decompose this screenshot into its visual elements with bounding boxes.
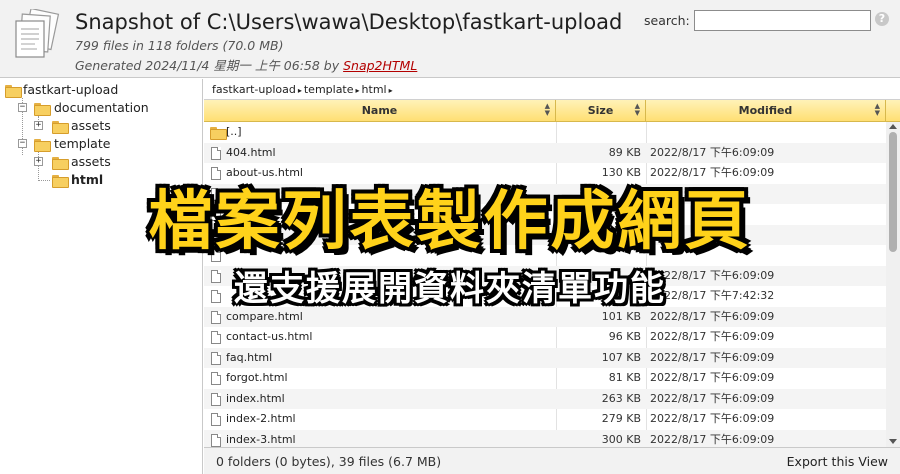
table-row[interactable]: faq.html 107 KB 2022/8/17 下午6:09:09 [204, 347, 886, 369]
file-size: 89 KB [608, 145, 641, 159]
tree-item-assets[interactable]: + assets [34, 117, 194, 135]
file-name[interactable]: index.html [226, 389, 285, 410]
breadcrumb: fastkart-upload ▸ template ▸ html ▸ [204, 79, 900, 100]
generated-info: Generated 2024/11/4 星期一 上午 06:58 by Snap… [75, 55, 417, 74]
scroll-up-icon[interactable] [889, 124, 897, 129]
file-name[interactable]: index-3.html [226, 430, 296, 448]
file-size: 300 KB [601, 432, 641, 446]
table-row[interactable]: contact-us.html 96 KB 2022/8/17 下午6:09:09 [204, 327, 886, 348]
breadcrumb-item[interactable]: fastkart-upload [212, 83, 296, 96]
file-icon [211, 413, 221, 426]
scroll-down-icon[interactable] [889, 439, 897, 444]
file-modified: 2022/8/17 下午6:09:09 [650, 412, 775, 425]
breadcrumb-separator-icon: ▸ [355, 86, 360, 95]
file-size: 263 KB [601, 391, 641, 405]
file-size: 107 KB [601, 350, 641, 364]
file-modified: 2022/8/17 下午6:09:09 [650, 432, 775, 446]
folder-icon [210, 127, 227, 140]
file-name[interactable]: faq.html [226, 348, 272, 369]
breadcrumb-separator-icon: ▸ [388, 86, 393, 95]
search-label: search: [644, 13, 690, 28]
overlay-subtitle: 還支援展開資料夾清單功能 [234, 269, 666, 309]
table-header: Name ▲ ▼ Size ▲ ▼ Modified ▲ ▼ [204, 100, 900, 122]
snap2html-link[interactable]: Snap2HTML [343, 58, 417, 73]
tree-item-assets[interactable]: + assets [34, 153, 194, 171]
file-modified: 2022/8/17 下午6:09:09 [650, 145, 775, 159]
folder-icon [52, 157, 69, 170]
tree-item-template[interactable]: − template [18, 135, 198, 153]
header-spacer [886, 100, 900, 122]
overlay-title: 檔案列表製作成網頁 [148, 185, 752, 259]
file-name[interactable]: 404.html [226, 143, 276, 164]
column-label: Modified [738, 104, 793, 117]
file-icon [211, 146, 221, 160]
tree-item-label: fastkart-upload [23, 82, 119, 97]
breadcrumb-item[interactable]: html [362, 83, 387, 96]
tree-item-label: assets [71, 118, 111, 133]
file-size: 81 KB [608, 371, 641, 384]
snapshot-stats: 799 files in 118 folders (70.0 MB) [75, 38, 284, 53]
table-row[interactable]: index.html 263 KB 2022/8/17 下午6:09:09 [204, 388, 886, 410]
snapshot-docs-icon [15, 9, 60, 58]
file-modified: 2022/8/17 下午6:09:09 [650, 330, 775, 343]
file-icon [211, 331, 221, 344]
sort-icon[interactable]: ▲ ▼ [545, 103, 550, 117]
selection-summary: 0 folders (0 bytes), 39 files (6.7 MB) [216, 454, 442, 469]
column-label: Size [587, 104, 614, 117]
column-header-name[interactable]: Name ▲ ▼ [204, 100, 556, 122]
table-row[interactable]: 404.html 89 KB 2022/8/17 下午6:09:09 [204, 142, 886, 164]
column-label: Name [361, 104, 398, 117]
parent-folder-row[interactable]: [..] [204, 122, 886, 143]
folder-open-icon [5, 85, 22, 98]
tree-item-root[interactable]: fastkart-upload [5, 81, 195, 99]
folder-open-icon [34, 139, 51, 152]
file-icon [211, 351, 221, 365]
file-name[interactable]: contact-us.html [226, 327, 312, 348]
header: Snapshot of C:\Users\wawa\Desktop\fastka… [0, 0, 900, 78]
table-row[interactable]: index-3.html 300 KB 2022/8/17 下午6:09:09 [204, 429, 886, 448]
column-header-size[interactable]: Size ▲ ▼ [556, 100, 646, 122]
search-input[interactable] [694, 10, 871, 31]
table-row[interactable]: forgot.html 81 KB 2022/8/17 下午6:09:09 [204, 368, 886, 389]
file-icon [211, 310, 221, 324]
file-icon [211, 372, 221, 385]
file-modified: 2022/8/17 下午6:09:09 [650, 391, 775, 405]
tree-item-label: assets [71, 154, 111, 169]
tree-item-label: documentation [54, 100, 149, 115]
collapse-icon[interactable]: − [18, 139, 27, 148]
breadcrumb-separator-icon: ▸ [297, 86, 302, 95]
column-header-modified[interactable]: Modified ▲ ▼ [646, 100, 886, 122]
help-icon[interactable]: ? [875, 12, 889, 26]
sort-icon[interactable]: ▲ ▼ [875, 103, 880, 117]
sort-icon[interactable]: ▲ ▼ [635, 103, 640, 117]
collapse-icon[interactable]: − [18, 103, 27, 112]
folder-open-icon [34, 103, 51, 116]
generated-text: Generated 2024/11/4 星期一 上午 06:58 by [75, 58, 344, 73]
file-icon [211, 433, 221, 447]
file-size: 96 KB [608, 330, 641, 343]
file-size: 279 KB [601, 412, 641, 425]
expand-icon[interactable]: + [34, 157, 43, 166]
status-bar: 0 folders (0 bytes), 39 files (6.7 MB) E… [204, 447, 900, 474]
table-row[interactable]: index-2.html 279 KB 2022/8/17 下午6:09:09 [204, 409, 886, 430]
page-title: Snapshot of C:\Users\wawa\Desktop\fastka… [75, 10, 623, 34]
export-view-link[interactable]: Export this View [787, 448, 888, 474]
file-name[interactable]: index-2.html [226, 409, 296, 430]
file-icon [211, 392, 221, 406]
tree-item-label: template [54, 136, 111, 151]
breadcrumb-item[interactable]: template [304, 83, 354, 96]
file-modified: 2022/8/17 下午6:09:09 [650, 371, 775, 384]
tree-item-documentation[interactable]: − documentation [18, 99, 198, 117]
file-modified: 2022/8/17 下午6:09:09 [650, 350, 775, 364]
parent-folder-label: [..] [226, 125, 242, 138]
file-name[interactable]: forgot.html [226, 368, 288, 389]
expand-icon[interactable]: + [34, 121, 43, 130]
folder-icon [52, 121, 69, 134]
